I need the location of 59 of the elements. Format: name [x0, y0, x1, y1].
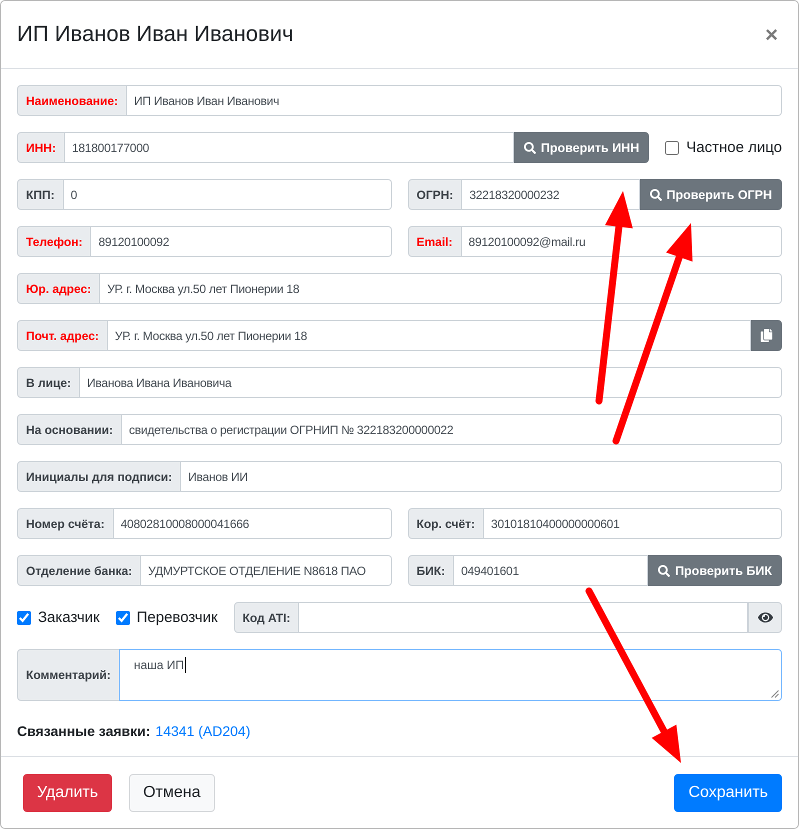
checkbox[interactable] — [17, 610, 31, 624]
input-field[interactable]: 181800177000 — [64, 132, 514, 163]
checkbox[interactable] — [116, 610, 130, 624]
input-field[interactable]: Иванова Ивана Ивановича — [80, 367, 782, 398]
primary-button[interactable]: Сохранить — [674, 774, 782, 812]
input-field[interactable]: 32218320000232 — [462, 179, 640, 210]
order-link[interactable]: 14341 (AD204) — [155, 721, 250, 741]
linked-orders-label: Связанные заявки: — [17, 722, 150, 741]
input-field[interactable]: 049401601 — [454, 555, 648, 586]
input-field[interactable]: УР. г. Москва ул.50 лет Пионерии 18 — [100, 273, 782, 304]
resize-grip-icon — [771, 690, 779, 698]
search-icon — [524, 142, 536, 154]
search-icon — [650, 188, 662, 200]
dialog-title: ИП Иванов Иван Иванович — [17, 20, 294, 48]
input-field[interactable]: Иванов ИИ — [181, 461, 782, 492]
field-label: ОГРН: — [408, 179, 462, 210]
field-label: Наименование: — [17, 85, 128, 116]
check-button[interactable]: Проверить ИНН — [514, 132, 650, 163]
input-field[interactable]: УДМУРТСКОЕ ОТДЕЛЕНИЕ N8618 ПАО — [141, 555, 392, 586]
checkbox-label[interactable]: Частное лицо — [686, 139, 782, 156]
field-label: Код ATI: — [234, 602, 300, 633]
close-button[interactable]: × — [761, 24, 782, 46]
field-label: Отделение банка: — [17, 555, 142, 586]
input-field[interactable]: 89120100092 — [91, 226, 392, 257]
input-field[interactable] — [299, 602, 748, 633]
check-button[interactable]: Проверить ОГРН — [640, 179, 782, 210]
field-label: КПП: — [17, 179, 64, 210]
text-cursor-icon — [185, 657, 186, 673]
check-button[interactable]: Проверить БИК — [648, 555, 782, 586]
field-label: В лице: — [17, 367, 80, 398]
show-button[interactable] — [748, 602, 782, 633]
checkbox-label[interactable]: Перевозчик — [136, 609, 218, 626]
input-field[interactable]: 30101810400000000601 — [484, 508, 782, 539]
field-label: ИНН: — [17, 132, 65, 163]
field-label: На основании: — [17, 414, 122, 445]
copy-icon — [760, 329, 773, 342]
input-field[interactable]: 40802810008000041666 — [114, 508, 392, 539]
input-field[interactable]: свидетельства о регистрации ОГРНИП № 322183200000022 — [122, 414, 782, 445]
danger-button[interactable]: Удалить — [23, 774, 112, 812]
input-field[interactable]: 0 — [64, 179, 392, 210]
field-label: БИК: — [408, 555, 454, 586]
input-field[interactable]: ИП Иванов Иван Иванович — [127, 85, 782, 116]
field-label: Комментарий: — [17, 649, 120, 701]
field-label: Юр. адрес: — [17, 273, 100, 304]
field-label: Email: — [408, 226, 462, 257]
field-label: Инициалы для подписи: — [17, 461, 182, 492]
checkbox-label[interactable]: Заказчик — [38, 609, 100, 626]
input-field[interactable]: 89120100092@mail.ru — [462, 226, 782, 257]
input-field[interactable]: УР. г. Москва ул.50 лет Пионерии 18 — [108, 320, 751, 351]
field-label: Почт. адрес: — [17, 320, 108, 351]
secondary-button[interactable]: Отмена — [129, 774, 214, 812]
search-icon — [658, 564, 670, 576]
field-label: Кор. счёт: — [408, 508, 484, 539]
field-label: Телефон: — [17, 226, 92, 257]
checkbox[interactable] — [665, 140, 680, 154]
eye-icon — [758, 610, 772, 625]
comment-textarea[interactable]: наша ИП — [118, 649, 782, 701]
field-label: Номер счёта: — [17, 508, 114, 539]
copy-button[interactable] — [751, 320, 782, 351]
